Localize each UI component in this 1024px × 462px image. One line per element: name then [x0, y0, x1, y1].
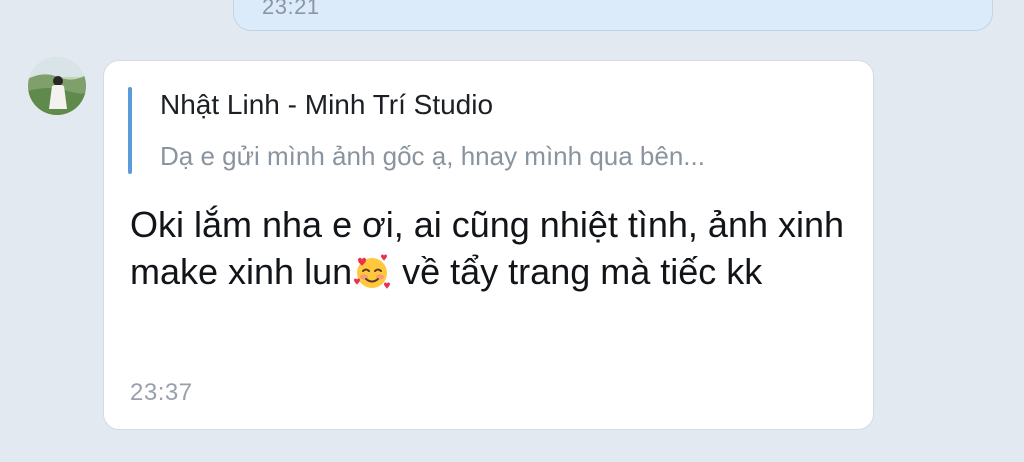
- quote-bar: [128, 87, 132, 174]
- smiling-face-with-hearts-icon: [352, 252, 392, 292]
- quote-sender-name: Nhật Linh - Minh Trí Studio: [160, 89, 494, 120]
- message-bubble[interactable]: Nhật Linh - Minh Trí Studio Dạ e gửi mìn…: [103, 60, 874, 430]
- message-time: 23:37: [130, 379, 193, 406]
- avatar-image: [28, 57, 86, 115]
- previous-message-time: 23:21: [262, 0, 320, 19]
- previous-message-bubble[interactable]: 23:21: [233, 0, 993, 31]
- quote-preview-text: Dạ e gửi mình ảnh gốc ạ, hnay mình qua b…: [160, 141, 705, 171]
- contact-avatar[interactable]: [28, 57, 86, 115]
- message-text: Oki lắm nha e ơi, ai cũng nhiệt tình, ản…: [130, 201, 850, 295]
- reply-quote[interactable]: Nhật Linh - Minh Trí Studio Dạ e gửi mìn…: [128, 85, 848, 175]
- message-text-part2: về tẩy trang mà tiếc kk: [392, 251, 763, 292]
